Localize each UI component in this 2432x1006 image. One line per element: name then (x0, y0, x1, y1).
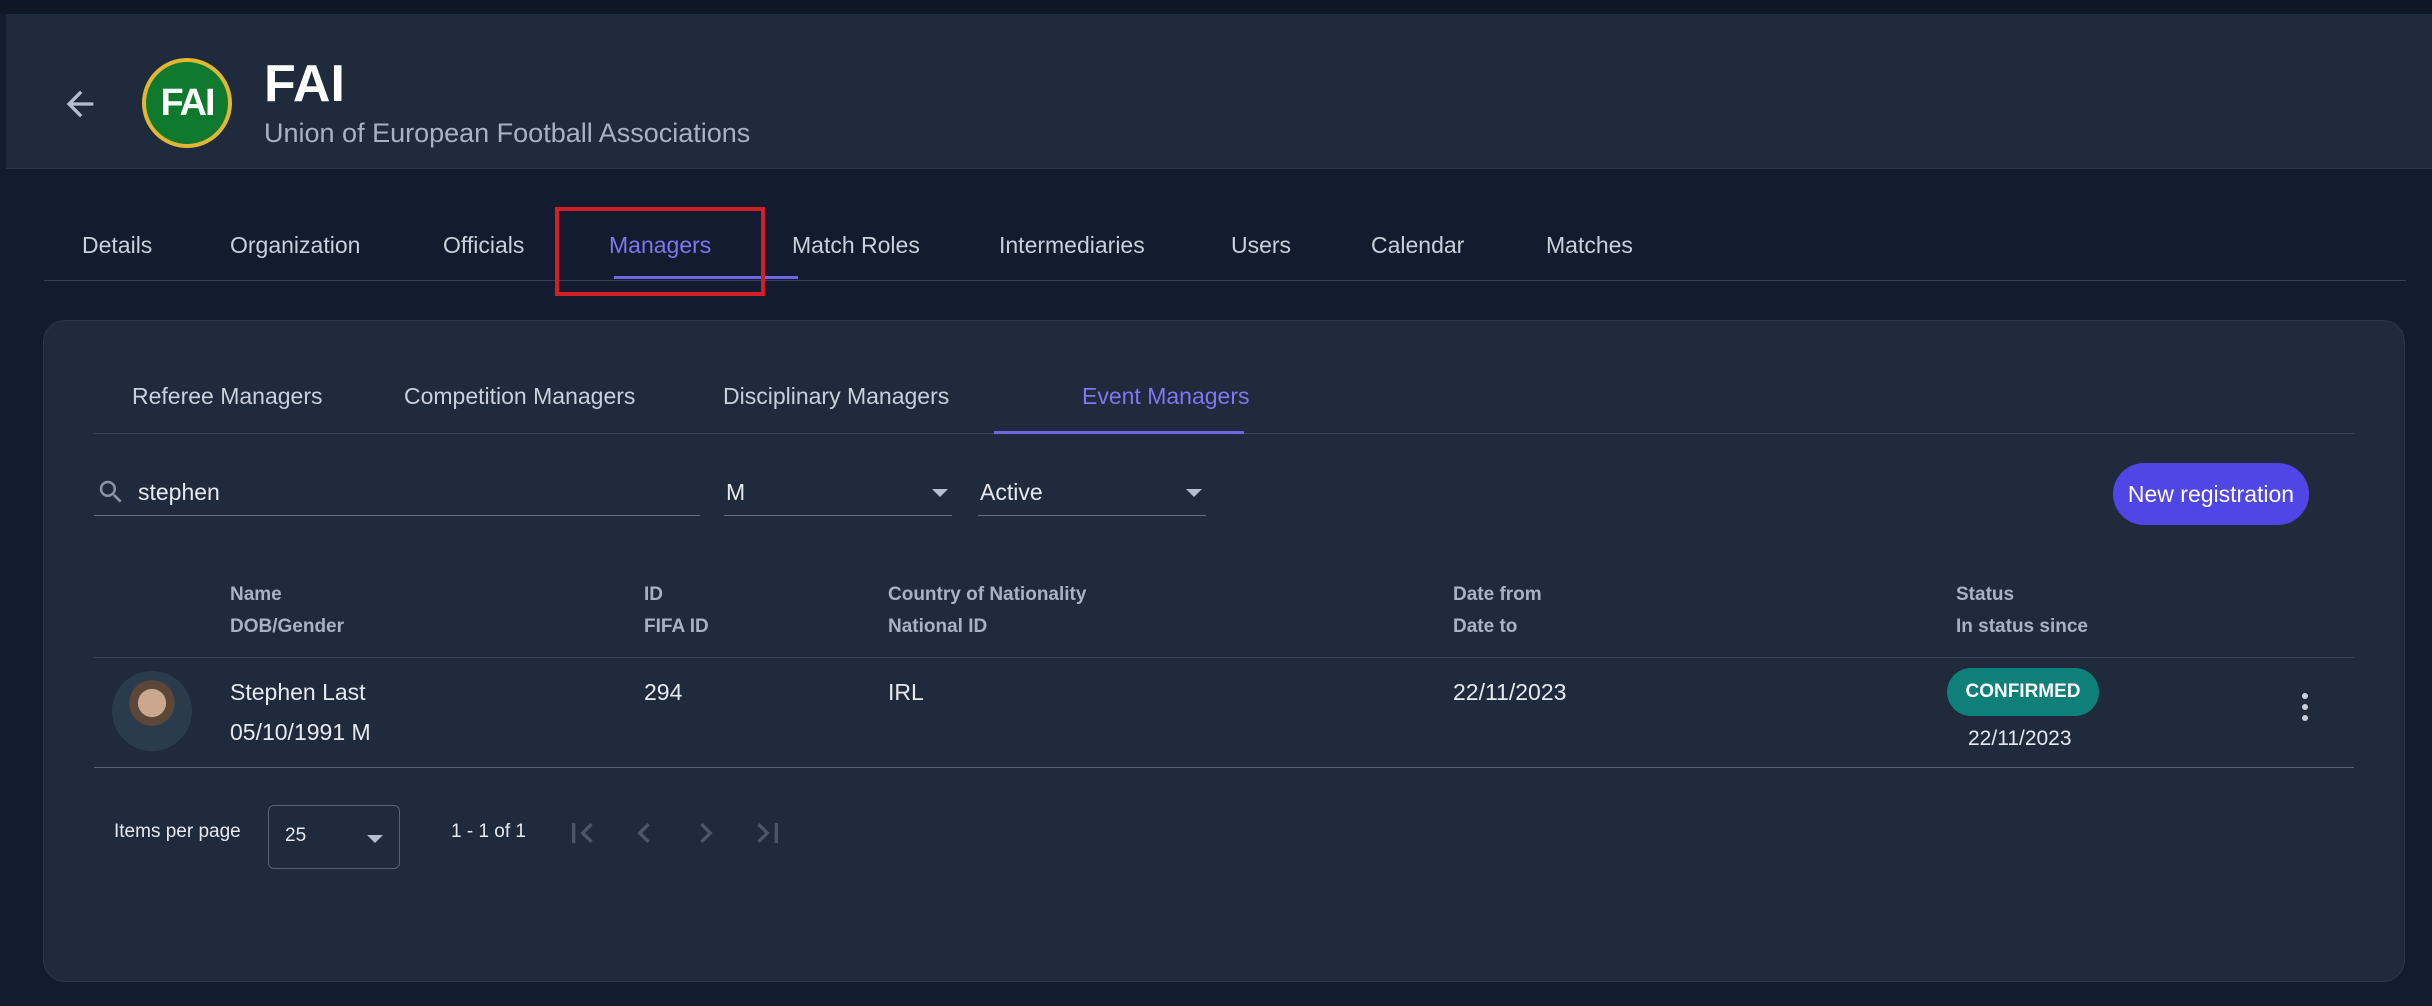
next-page-icon[interactable] (686, 813, 726, 853)
header-name: Name DOB/Gender (230, 579, 344, 643)
org-title: FAI (264, 55, 345, 113)
new-registration-button[interactable]: New registration (2113, 463, 2309, 525)
header-fifa-id-label: FIFA ID (644, 616, 709, 637)
gender-select-value: M (726, 479, 746, 505)
header-dob-gender-label: DOB/Gender (230, 616, 345, 637)
top-strip (0, 0, 2432, 14)
cell-date-from: 22/11/2023 (1453, 679, 1567, 705)
org-subtitle: Union of European Football Associations (264, 118, 751, 148)
header-country: Country of Nationality National ID (888, 579, 1086, 643)
items-per-page-label: Items per page (114, 821, 241, 842)
status-select[interactable]: Active (978, 467, 1206, 516)
pagination-range: 1 - 1 of 1 (451, 821, 526, 842)
header-status: Status In status since (1956, 579, 2088, 643)
header-id: ID FIFA ID (644, 579, 709, 643)
subtab-event-managers[interactable]: Event Managers (1082, 383, 1249, 410)
previous-page-icon[interactable] (624, 813, 664, 853)
tab-calendar[interactable]: Calendar (1371, 232, 1464, 259)
tab-details[interactable]: Details (82, 232, 152, 259)
org-logo: FAI (142, 58, 232, 148)
table-row-divider (94, 767, 2354, 768)
search-input[interactable]: stephen (94, 467, 700, 516)
header-status-label: Status (1956, 584, 2015, 605)
search-icon (99, 480, 122, 503)
header-id-label: ID (644, 584, 663, 605)
header-country-label: Country of Nationality (888, 584, 1087, 605)
tab-matches[interactable]: Matches (1546, 232, 1633, 259)
cell-id: 294 (644, 679, 683, 705)
items-per-page-select[interactable]: 25 (268, 805, 400, 869)
tab-intermediaries[interactable]: Intermediaries (999, 232, 1145, 259)
gender-select[interactable]: M (724, 467, 952, 516)
header-date-to-label: Date to (1453, 616, 1518, 637)
subtab-referee-managers[interactable]: Referee Managers (132, 383, 323, 410)
tab-users[interactable]: Users (1231, 232, 1291, 259)
active-subtab-indicator (994, 431, 1244, 434)
cell-status-since: 22/11/2023 (1968, 727, 2072, 750)
chevron-down-icon (367, 835, 383, 843)
header-national-id-label: National ID (888, 616, 988, 637)
cell-dob-gender: 05/10/1991 M (230, 719, 371, 745)
back-arrow-icon[interactable] (60, 84, 100, 124)
chevron-down-icon (1186, 489, 1202, 497)
org-header: FAI FAI Union of European Football Assoc… (6, 14, 2432, 169)
cell-country: IRL (888, 679, 924, 705)
header-date-from-label: Date from (1453, 584, 1542, 605)
status-badge: CONFIRMED (1947, 668, 2099, 716)
header-status-since-label: In status since (1956, 616, 2088, 637)
more-options-icon[interactable] (2300, 693, 2310, 727)
subtab-competition-managers[interactable]: Competition Managers (404, 383, 635, 410)
first-page-icon[interactable] (562, 813, 602, 853)
items-per-page-value: 25 (285, 825, 307, 846)
table-header-divider (94, 657, 2354, 658)
search-value: stephen (138, 479, 220, 505)
main-tabs: Details Organization Officials Managers … (44, 210, 2406, 281)
status-select-value: Active (980, 479, 1043, 505)
subtab-disciplinary-managers[interactable]: Disciplinary Managers (723, 383, 949, 410)
chevron-down-icon (932, 489, 948, 497)
last-page-icon[interactable] (748, 813, 788, 853)
cell-name: Stephen Last (230, 679, 366, 705)
header-name-label: Name (230, 584, 282, 605)
managers-panel: Referee Managers Competition Managers Di… (43, 320, 2405, 982)
highlight-box (555, 207, 765, 296)
tab-organization[interactable]: Organization (230, 232, 360, 259)
tab-officials[interactable]: Officials (443, 232, 524, 259)
avatar (112, 671, 192, 751)
header-dates: Date from Date to (1453, 579, 1542, 643)
tab-match-roles[interactable]: Match Roles (792, 232, 920, 259)
manager-subtabs: Referee Managers Competition Managers Di… (94, 361, 2354, 434)
